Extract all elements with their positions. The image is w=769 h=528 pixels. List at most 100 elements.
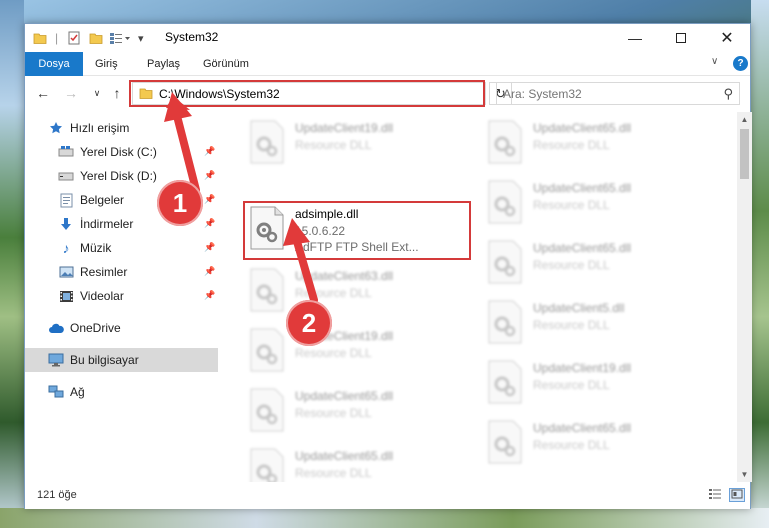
file-type: Resource DLL: [533, 318, 610, 332]
dll-file-icon: [487, 300, 527, 346]
desktop-background-bottom: [0, 508, 769, 528]
maximize-button[interactable]: [658, 24, 704, 52]
minimize-button[interactable]: —: [612, 24, 658, 52]
up-button[interactable]: ↑: [109, 85, 125, 101]
tab-view[interactable]: Görünüm: [193, 52, 259, 76]
dll-file-icon: [487, 420, 527, 466]
sidebar-item-label: Resimler: [80, 265, 128, 279]
sidebar-item-network[interactable]: Ağ: [25, 380, 218, 404]
forward-button[interactable]: →: [63, 85, 79, 101]
explorer-window: | ▾ System32 — ✕ Dosya Giriş Paylaş Görü…: [24, 23, 752, 509]
dll-file-icon: [249, 120, 289, 166]
tiles-view-icon: [731, 488, 743, 502]
close-icon: ✕: [720, 30, 734, 47]
list-item[interactable]: UpdateClient65.dll Resource DLL: [483, 236, 713, 292]
star-icon: [47, 120, 65, 136]
file-type: Resource DLL: [295, 286, 372, 300]
arrow-up-icon: ↑: [113, 85, 121, 101]
desktop-background-left: [0, 0, 24, 528]
list-item[interactable]: UpdateClient63.dll Resource DLL: [245, 264, 475, 320]
sidebar-item-local-disk-c[interactable]: Yerel Disk (C:) 📌: [25, 140, 218, 164]
videos-icon: [57, 288, 75, 304]
item-count: 121 öğe: [37, 489, 77, 501]
navigation-pane: Hızlı erişim Yerel Disk (C:) 📌 Yerel Dis…: [25, 112, 220, 482]
tab-home[interactable]: Giriş: [85, 52, 128, 76]
file-type: Resource DLL: [533, 198, 610, 212]
chevron-down-icon: ∨: [93, 87, 101, 98]
search-input[interactable]: [503, 86, 713, 102]
list-item[interactable]: UpdateClient65.dll Resource DLL: [245, 444, 475, 482]
pin-icon: 📌: [204, 218, 216, 228]
dll-file-icon: [487, 120, 527, 166]
sidebar-item-label: Yerel Disk (D:): [80, 169, 157, 183]
address-path: C:\Windows\System32: [159, 87, 280, 101]
sidebar-item-music[interactable]: ♪ Müzik 📌: [25, 236, 218, 260]
pin-icon: 📌: [204, 194, 216, 204]
scroll-up-button[interactable]: ▲: [737, 112, 752, 127]
sidebar-item-pictures[interactable]: Resimler 📌: [25, 260, 218, 284]
recent-locations-button[interactable]: ∨: [89, 85, 105, 101]
chevron-up-icon: ▲: [740, 115, 749, 124]
dll-file-icon: [249, 268, 289, 314]
search-icon: ⚲: [723, 86, 733, 101]
new-folder-icon[interactable]: [89, 29, 103, 47]
properties-icon[interactable]: [67, 29, 81, 47]
minimize-icon: —: [628, 30, 642, 46]
list-item[interactable]: UpdateClient19.dll Resource DLL: [245, 324, 475, 380]
scroll-down-button[interactable]: ▼: [737, 467, 752, 482]
tiles-view-button[interactable]: [729, 488, 745, 502]
file-name: UpdateClient65.dll: [295, 389, 394, 403]
arrow-left-icon: ←: [36, 85, 50, 101]
scrollbar-thumb[interactable]: [740, 129, 749, 179]
sidebar-item-label: Müzik: [80, 241, 112, 255]
search-box[interactable]: ⚲: [496, 82, 740, 105]
sidebar-item-quick-access[interactable]: Hızlı erişim: [25, 116, 218, 140]
dll-file-icon: [249, 328, 289, 374]
back-button[interactable]: ←: [35, 85, 51, 101]
tab-share[interactable]: Paylaş: [137, 52, 190, 76]
dll-file-icon: [487, 240, 527, 286]
list-item[interactable]: UpdateClient5.dll Resource DLL: [483, 296, 713, 352]
pin-icon: 📌: [204, 290, 216, 300]
sidebar-item-label: Videolar: [80, 289, 124, 303]
file-name: UpdateClient65.dll: [533, 181, 632, 195]
folder-icon: [139, 87, 153, 103]
file-type: Resource DLL: [533, 378, 610, 392]
list-item[interactable]: UpdateClient65.dll Resource DLL: [483, 416, 713, 472]
details-view-button[interactable]: [707, 488, 723, 502]
address-bar[interactable]: C:\Windows\System32: [132, 82, 486, 105]
dll-file-icon: [487, 360, 527, 406]
list-item[interactable]: UpdateClient65.dll Resource DLL: [245, 384, 475, 440]
tab-file[interactable]: Dosya: [25, 52, 83, 76]
sidebar-item-videos[interactable]: Videolar 📌: [25, 284, 218, 308]
expand-ribbon-button[interactable]: ∨: [711, 56, 718, 67]
network-icon: [47, 384, 65, 400]
sidebar-item-label: Bu bilgisayar: [70, 353, 139, 367]
list-item[interactable]: UpdateClient19.dll Resource DLL: [483, 356, 713, 412]
customize-toolbar-icon[interactable]: ▾: [138, 29, 144, 47]
file-name: UpdateClient19.dll: [533, 361, 632, 375]
help-button[interactable]: ?: [733, 56, 748, 71]
desktop-background-right: [751, 0, 769, 528]
pin-icon: 📌: [204, 170, 216, 180]
file-name: UpdateClient65.dll: [533, 421, 632, 435]
view-options-icon[interactable]: [109, 29, 131, 47]
sidebar-item-label: Ağ: [70, 385, 85, 399]
details-view-icon: [708, 488, 722, 503]
close-button[interactable]: ✕: [704, 24, 750, 52]
music-icon: ♪: [62, 240, 70, 256]
file-name: UpdateClient5.dll: [533, 301, 625, 315]
sidebar-item-this-pc[interactable]: Bu bilgisayar: [25, 348, 218, 372]
step-2-badge: 2: [286, 300, 332, 346]
file-name: UpdateClient65.dll: [533, 241, 632, 255]
sidebar-item-label: OneDrive: [70, 321, 121, 335]
file-type: Resource DLL: [533, 438, 610, 452]
list-item[interactable]: UpdateClient65.dll Resource DLL: [483, 176, 713, 232]
list-item[interactable]: UpdateClient65.dll Resource DLL: [483, 116, 713, 172]
maximize-icon: [676, 33, 686, 43]
title-separator: |: [55, 31, 59, 45]
arrow-right-icon: →: [64, 85, 78, 101]
sidebar-item-onedrive[interactable]: OneDrive: [25, 316, 218, 340]
vertical-scrollbar[interactable]: ▲ ▼: [737, 112, 752, 482]
list-item[interactable]: UpdateClient19.dll Resource DLL: [245, 116, 475, 172]
